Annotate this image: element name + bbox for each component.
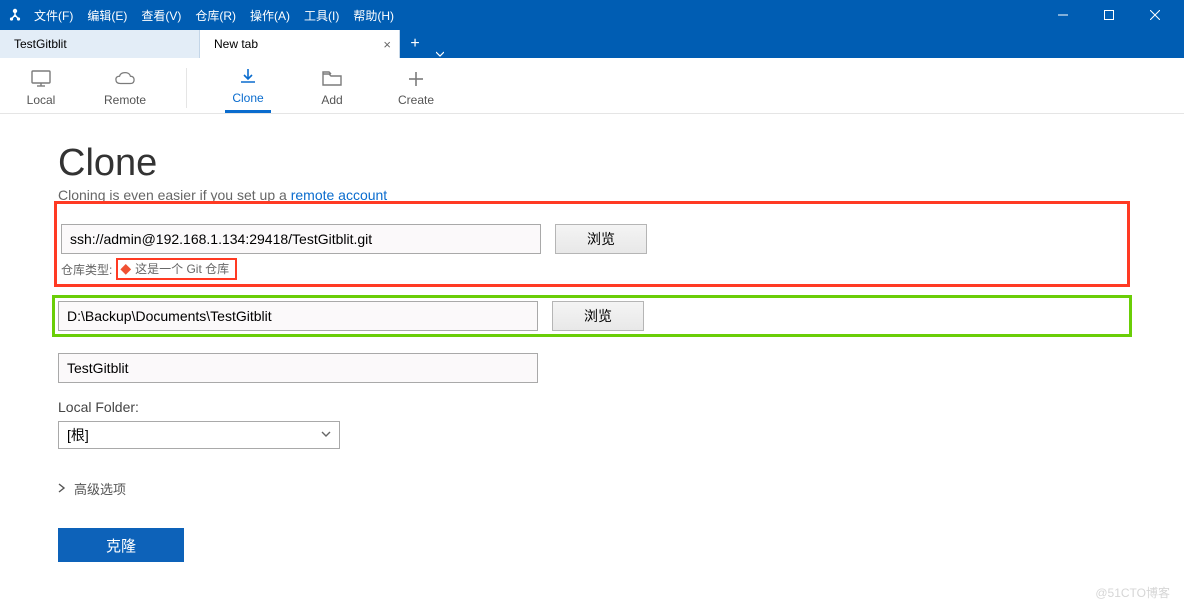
toolbar-add[interactable]: Add [309, 62, 355, 113]
menu-edit[interactable]: 编辑(E) [87, 7, 127, 24]
monitor-icon [31, 69, 51, 89]
toolbar-clone[interactable]: Clone [225, 62, 271, 113]
menu-tools[interactable]: 工具(I) [304, 7, 339, 24]
menu-action[interactable]: 操作(A) [250, 7, 290, 24]
repo-type-badge: ◆ 这是一个 Git 仓库 [116, 258, 237, 280]
toolbar-label: Local [27, 93, 56, 107]
menu-file[interactable]: 文件(F) [34, 7, 73, 24]
watermark: @51CTO博客 [1095, 584, 1170, 601]
path-highlight-box: 浏览 [52, 295, 1132, 337]
folder-icon [322, 69, 342, 89]
menu-help[interactable]: 帮助(H) [353, 7, 394, 24]
destination-path-input[interactable] [58, 301, 538, 331]
advanced-label: 高级选项 [74, 479, 126, 498]
tab-bar: TestGitblit New tab × + [0, 30, 1184, 58]
local-folder-label: Local Folder: [58, 399, 1126, 415]
cloud-icon [115, 69, 135, 89]
browse-path-button[interactable]: 浏览 [552, 301, 644, 331]
menu-repo[interactable]: 仓库(R) [195, 7, 236, 24]
tab-more-button[interactable] [430, 50, 450, 58]
plus-icon [406, 69, 426, 89]
advanced-options-toggle[interactable]: 高级选项 [58, 479, 1126, 498]
local-folder-value: [根] [67, 425, 89, 445]
tab-testgitblit[interactable]: TestGitblit [0, 30, 200, 58]
toolbar-label: Remote [104, 93, 146, 107]
repo-type-label: 仓库类型: [61, 261, 112, 278]
chevron-right-icon [58, 481, 66, 496]
tab-new[interactable]: New tab × [200, 30, 400, 58]
menu-bar: 文件(F) 编辑(E) 查看(V) 仓库(R) 操作(A) 工具(I) 帮助(H… [34, 7, 394, 24]
url-highlight-box: 浏览 仓库类型: ◆ 这是一个 Git 仓库 [54, 201, 1130, 287]
window-controls [1040, 0, 1178, 30]
clone-button[interactable]: 克隆 [58, 528, 184, 562]
title-bar: 文件(F) 编辑(E) 查看(V) 仓库(R) 操作(A) 工具(I) 帮助(H… [0, 0, 1184, 30]
toolbar-label: Clone [232, 91, 263, 105]
tab-label: New tab [214, 37, 258, 51]
browse-url-button[interactable]: 浏览 [555, 224, 647, 254]
download-icon [238, 67, 258, 87]
name-input[interactable] [58, 353, 538, 383]
toolbar-label: Add [321, 93, 342, 107]
repo-type-value: 这是一个 Git 仓库 [135, 260, 229, 277]
tab-add-button[interactable]: + [400, 30, 430, 58]
close-button[interactable] [1132, 0, 1178, 30]
toolbar: Local Remote Clone Add Create [0, 58, 1184, 114]
menu-view[interactable]: 查看(V) [141, 7, 181, 24]
page-title: Clone [58, 142, 1126, 185]
separator [186, 68, 187, 108]
toolbar-remote[interactable]: Remote [102, 62, 148, 113]
local-folder-select[interactable]: [根] [58, 421, 340, 449]
toolbar-label: Create [398, 93, 434, 107]
tab-label: TestGitblit [14, 37, 67, 51]
toolbar-local[interactable]: Local [18, 62, 64, 113]
minimize-button[interactable] [1040, 0, 1086, 30]
toolbar-create[interactable]: Create [393, 62, 439, 113]
git-icon: ◆ [120, 260, 131, 277]
maximize-button[interactable] [1086, 0, 1132, 30]
clone-url-input[interactable] [61, 224, 541, 254]
app-icon [6, 6, 24, 24]
content-area: Clone Cloning is even easier if you set … [0, 114, 1184, 590]
tab-close-icon[interactable]: × [383, 37, 391, 52]
repo-type-line: 仓库类型: ◆ 这是一个 Git 仓库 [61, 258, 1127, 280]
